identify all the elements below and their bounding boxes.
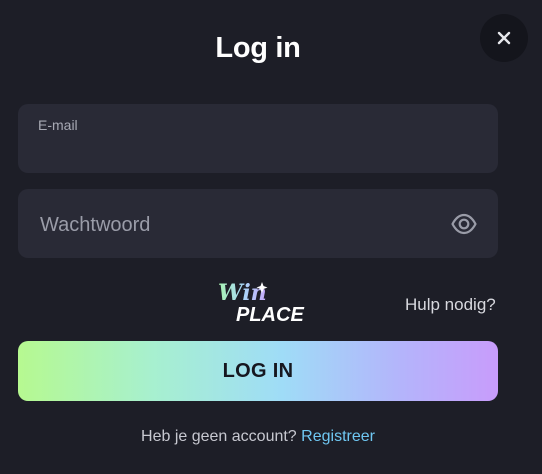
password-input[interactable] xyxy=(38,209,438,241)
modal-title: Log in xyxy=(215,32,301,64)
login-modal: Log in E-mail Win PLACE Hulp nodig? LOG … xyxy=(0,0,542,474)
winplace-logo: Win PLACE xyxy=(214,279,308,327)
login-button[interactable]: LOG IN xyxy=(18,341,498,401)
close-icon xyxy=(497,31,511,45)
password-field[interactable] xyxy=(18,189,498,258)
help-link[interactable]: Hulp nodig? xyxy=(405,295,496,315)
email-input[interactable] xyxy=(38,136,438,164)
signup-prompt: Heb je geen account? xyxy=(141,428,297,445)
signup-row: Heb je geen account? Registreer xyxy=(0,428,516,446)
register-link[interactable]: Registreer xyxy=(301,428,375,445)
eye-icon[interactable] xyxy=(450,210,478,238)
logo-line2: PLACE xyxy=(236,304,304,326)
email-field[interactable]: E-mail xyxy=(18,104,498,173)
close-button[interactable] xyxy=(480,14,528,62)
email-label: E-mail xyxy=(38,117,78,133)
logo-line1: Win xyxy=(218,280,267,306)
